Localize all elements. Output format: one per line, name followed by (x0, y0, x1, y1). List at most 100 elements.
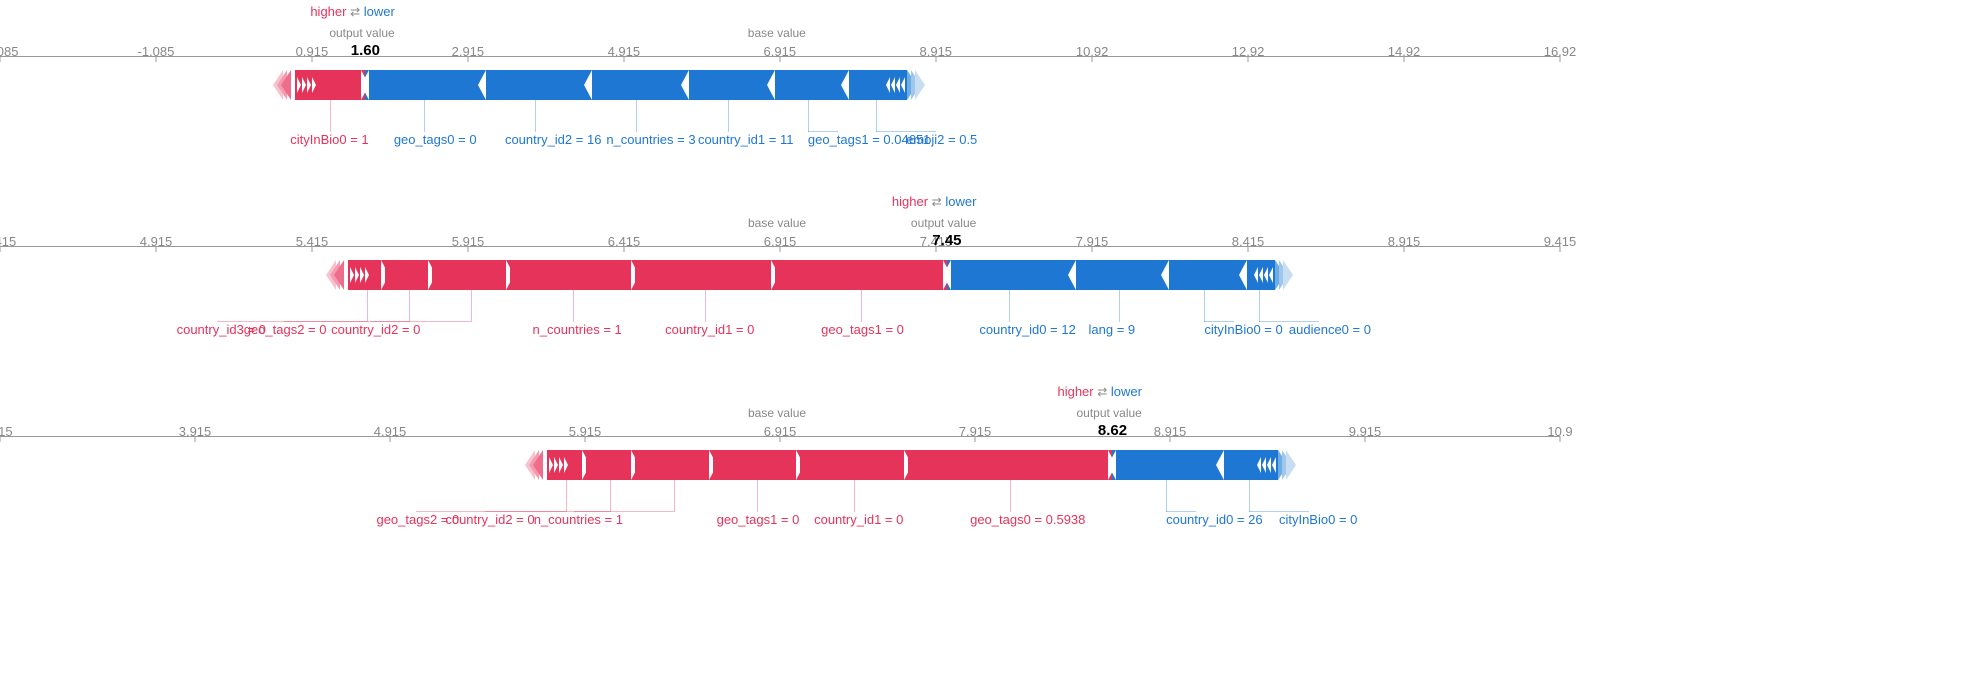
feature-label: audience0 = 0 (1289, 322, 1371, 337)
feature-label: geo_tags1 = 0 (821, 322, 904, 337)
legend-lower: lower (1111, 384, 1142, 399)
leader-line (1166, 511, 1196, 512)
chevron-left-icon (1239, 260, 1247, 290)
leader-line (1010, 480, 1011, 512)
feature-label: n_countries = 1 (534, 512, 623, 527)
feature-label: geo_tags0 = 0 (394, 132, 477, 147)
output-value-label: output value (329, 26, 394, 40)
positive-contribution (908, 450, 1113, 480)
positive-contribution (635, 450, 713, 480)
positive-contribution (510, 260, 635, 290)
leader-line (1249, 480, 1250, 512)
leader-line (371, 321, 471, 322)
leader-line (566, 480, 567, 512)
feature-label: country_id2 = 0 (331, 322, 420, 337)
chevron-left-icon (361, 70, 369, 100)
feature-label: country_id2 = 16 (505, 132, 601, 147)
axis-tickmark (780, 246, 781, 252)
axis-tick: -3.085 (0, 44, 18, 59)
feature-label: emoji2 = 0.5 (906, 132, 977, 147)
chevron-left-icon (478, 70, 486, 100)
chevron-left-icon (1257, 457, 1261, 473)
leader-line (424, 100, 425, 132)
leader-line (471, 290, 472, 322)
axis-tickmark (1560, 56, 1561, 62)
leader-line (1204, 290, 1205, 322)
fade-cap (281, 70, 291, 100)
axis-tickmark (1404, 246, 1405, 252)
axis-tick: .915 (0, 424, 13, 439)
negative-contribution (365, 70, 482, 100)
leader-line (1249, 511, 1309, 512)
leader-line (674, 480, 675, 512)
chevron-left-icon (891, 77, 895, 93)
axis-tickmark (935, 56, 936, 62)
chevron-left-icon (1068, 260, 1076, 290)
leader-line (1166, 480, 1167, 512)
leader-line (861, 290, 862, 322)
base-value-label: base value (748, 406, 806, 420)
leader-line (367, 290, 368, 322)
base-value-label: base value (748, 216, 806, 230)
legend-higher: higher (892, 194, 928, 209)
leader-line (705, 290, 706, 322)
feature-label: geo_tags1 = 0 (717, 512, 800, 527)
legend-lower: lower (364, 4, 395, 19)
feature-label: cityInBio0 = 1 (290, 132, 368, 147)
leader-line (757, 480, 758, 512)
leader-line (876, 100, 877, 132)
leader-line (728, 100, 729, 132)
swap-icon: ⇄ (1097, 385, 1107, 399)
axis-tickmark (624, 246, 625, 252)
leader-line (535, 100, 536, 132)
axis-tickmark (390, 436, 391, 442)
chevron-left-icon (943, 260, 951, 290)
fade-cap (1283, 260, 1293, 290)
shap-force-plot: -3.085-1.0850.9152.9154.9156.9158.91510.… (0, 0, 1560, 180)
legend-higher: higher (310, 4, 346, 19)
output-value: 1.60 (351, 42, 380, 59)
chevron-right-icon (559, 457, 563, 473)
chevron-right-icon (297, 77, 301, 93)
leader-line (1204, 321, 1234, 322)
axis-tickmark (312, 246, 313, 252)
axis-tickmark (0, 246, 1, 252)
positive-contribution (385, 260, 432, 290)
axis-tickmark (779, 56, 780, 62)
axis-tickmark (0, 56, 1, 62)
feature-label: country_id1 = 0 (814, 512, 903, 527)
chevron-right-icon (549, 457, 553, 473)
axis-tickmark (0, 436, 1, 442)
chevron-right-icon (564, 457, 568, 473)
negative-contribution (1112, 450, 1219, 480)
negative-contribution (482, 70, 587, 100)
swap-icon: ⇄ (932, 195, 942, 209)
output-value-label: output value (911, 216, 976, 230)
fade-cap (334, 260, 344, 290)
feature-label: lang = 9 (1089, 322, 1136, 337)
legend: higher ⇄ lower (892, 194, 977, 209)
axis-tick: 4.415 (0, 234, 16, 249)
negative-contribution (1165, 260, 1243, 290)
axis-tickmark (1365, 436, 1366, 442)
chevron-left-icon (1267, 457, 1271, 473)
legend: higher ⇄ lower (1057, 384, 1142, 399)
positive-contribution (586, 450, 635, 480)
feature-label: n_countries = 3 (606, 132, 695, 147)
positive-contribution (432, 260, 510, 290)
fade-cap (533, 450, 543, 480)
chevron-right-icon (350, 267, 354, 283)
leader-line (610, 480, 611, 512)
axis-tickmark (1404, 56, 1405, 62)
axis-tickmark (1248, 56, 1249, 62)
chevron-left-icon (896, 77, 900, 93)
leader-line (573, 290, 574, 322)
chevron-left-icon (1161, 260, 1169, 290)
chevron-left-icon (1269, 267, 1273, 283)
leader-line (636, 100, 637, 132)
feature-label: cityInBio0 = 0 (1279, 512, 1357, 527)
swap-icon: ⇄ (350, 5, 360, 19)
chevron-right-icon (355, 267, 359, 283)
chevron-left-icon (767, 70, 775, 100)
chevron-right-icon (312, 77, 316, 93)
